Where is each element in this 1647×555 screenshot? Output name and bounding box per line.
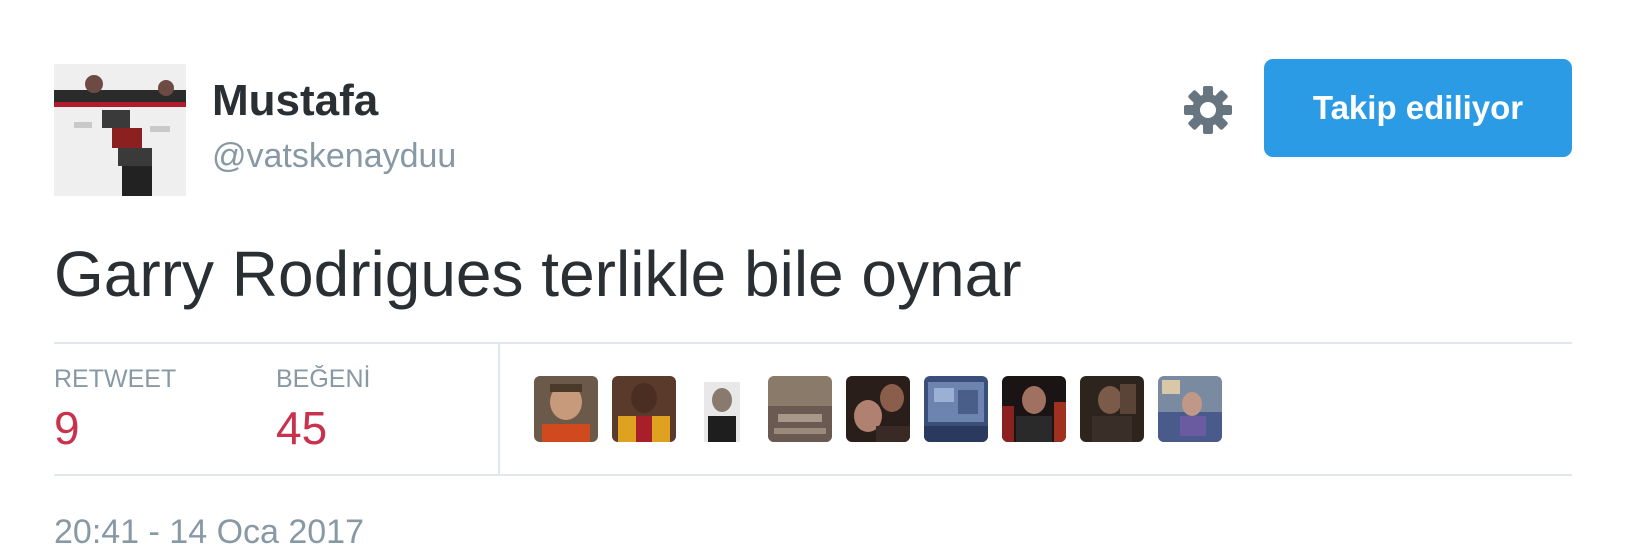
tweet-timestamp[interactable]: 20:41 - 14 Oca 2017: [54, 512, 364, 552]
liker-avatar[interactable]: [612, 376, 676, 442]
avatar[interactable]: [54, 64, 186, 196]
stats-divider: [498, 344, 500, 474]
liker-avatar[interactable]: [534, 376, 598, 442]
liker-avatar[interactable]: [768, 376, 832, 442]
tweet-stats: RETWEET 9 BEĞENİ 45: [54, 342, 1572, 476]
retweet-stat[interactable]: RETWEET 9: [54, 364, 176, 456]
liker-avatar[interactable]: [1002, 376, 1066, 442]
following-button[interactable]: Takip ediliyor: [1264, 59, 1572, 157]
liker-avatar[interactable]: [1080, 376, 1144, 442]
liker-avatar[interactable]: [1158, 376, 1222, 442]
liker-avatar[interactable]: [846, 376, 910, 442]
liker-avatar[interactable]: [924, 376, 988, 442]
gear-icon-svg: [1184, 86, 1232, 134]
avatar-image: [54, 64, 186, 196]
tweet-text: Garry Rodrigues terlikle bile oynar: [54, 238, 1022, 310]
user-name[interactable]: Mustafa: [212, 76, 378, 126]
like-label: BEĞENİ: [276, 365, 371, 393]
liker-avatar[interactable]: [690, 376, 754, 442]
retweet-count: 9: [54, 402, 80, 454]
like-stat[interactable]: BEĞENİ 45: [276, 364, 370, 456]
like-count: 45: [276, 402, 328, 454]
gear-icon[interactable]: [1182, 84, 1234, 136]
user-handle[interactable]: @vatskenayduu: [212, 136, 456, 176]
retweet-label: RETWEET: [54, 365, 177, 393]
